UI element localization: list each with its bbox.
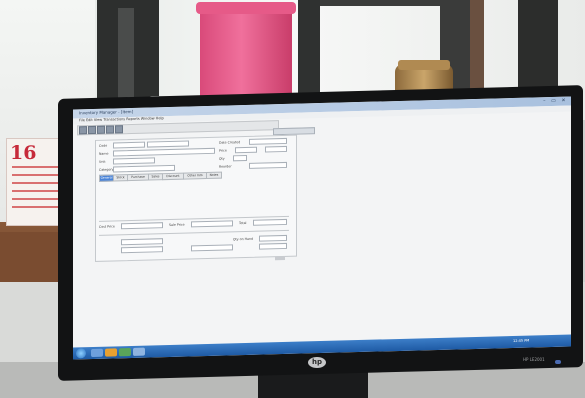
- power-button[interactable]: [555, 360, 561, 364]
- tab-purchase[interactable]: Purchase: [127, 173, 149, 182]
- code-field[interactable]: [113, 141, 145, 149]
- tab-general[interactable]: General: [99, 174, 114, 182]
- amber-jar-lid: [398, 60, 450, 70]
- window-frame-post: [518, 0, 558, 92]
- print-icon[interactable]: [115, 125, 123, 134]
- extra-field-2[interactable]: [121, 246, 163, 254]
- qty-field[interactable]: [233, 154, 247, 162]
- total-label: Total: [239, 220, 247, 226]
- delete-icon[interactable]: [106, 125, 114, 134]
- reorder-field[interactable]: [249, 161, 287, 169]
- save-icon[interactable]: [97, 125, 105, 134]
- qty-on-hand-field[interactable]: [259, 234, 287, 242]
- new-icon[interactable]: [79, 126, 87, 135]
- qty-on-hand-label: Qty on Hand: [233, 236, 254, 242]
- category-label: Category: [99, 167, 114, 172]
- window-frame-top: [320, 0, 440, 6]
- tab-other-info[interactable]: Other Info: [183, 172, 207, 180]
- window-frame-latch: [118, 8, 134, 108]
- unit-field[interactable]: [113, 157, 155, 165]
- pink-bottle-cap: [196, 2, 296, 14]
- price-extra-field[interactable]: [265, 145, 287, 153]
- taskbar-folder-icon[interactable]: [105, 348, 117, 357]
- taskbar-clock: 12:45 PM: [513, 338, 530, 343]
- sale-price-field[interactable]: [191, 220, 233, 228]
- monitor-screen: Inventory Manager - [Item] – ▭ ✕ File Ed…: [73, 96, 571, 360]
- cost-price-label: Cost Price: [99, 224, 115, 229]
- window-frame-post: [470, 0, 484, 98]
- tab-sales[interactable]: Sales: [148, 173, 163, 181]
- extra-field-3[interactable]: [191, 244, 233, 252]
- window-controls[interactable]: – ▭ ✕: [543, 98, 568, 105]
- price-field[interactable]: [235, 146, 257, 154]
- tab-discount[interactable]: Discount: [162, 172, 184, 181]
- code-label: Code: [99, 143, 108, 148]
- monitor-stand: [258, 372, 368, 398]
- taskbar-app-icon[interactable]: [119, 348, 131, 357]
- monitor-model-label: HP LE2001: [523, 357, 545, 362]
- name-label: Name: [99, 151, 109, 156]
- reorder-label: Reorder: [219, 164, 232, 169]
- sale-price-label: Sale Price: [169, 222, 185, 228]
- extra-field-1[interactable]: [121, 238, 163, 246]
- taskbar-app-icon[interactable]: [133, 347, 145, 356]
- calendar-day-number: 16: [10, 142, 37, 164]
- total-field[interactable]: [253, 218, 287, 226]
- taskbar-explorer-icon[interactable]: [91, 348, 103, 358]
- qty-label: Qty: [219, 156, 225, 161]
- price-label: Price: [219, 148, 227, 153]
- date-created-label: Date Created: [219, 140, 241, 145]
- open-icon[interactable]: [88, 125, 96, 135]
- hp-logo: hp: [308, 357, 326, 368]
- tab-notes[interactable]: Notes: [206, 171, 222, 180]
- extra-field-4[interactable]: [259, 242, 287, 250]
- photo-scene: 16 hp HP LE2001 Inventory Manager - [Ite…: [0, 0, 585, 398]
- date-created-field[interactable]: [249, 137, 287, 145]
- unit-label: Unit: [99, 159, 106, 164]
- code-extra-field[interactable]: [147, 140, 189, 148]
- tab-stock[interactable]: Stock: [113, 174, 128, 182]
- cost-price-field[interactable]: [121, 222, 163, 230]
- scrollbar[interactable]: [275, 255, 285, 261]
